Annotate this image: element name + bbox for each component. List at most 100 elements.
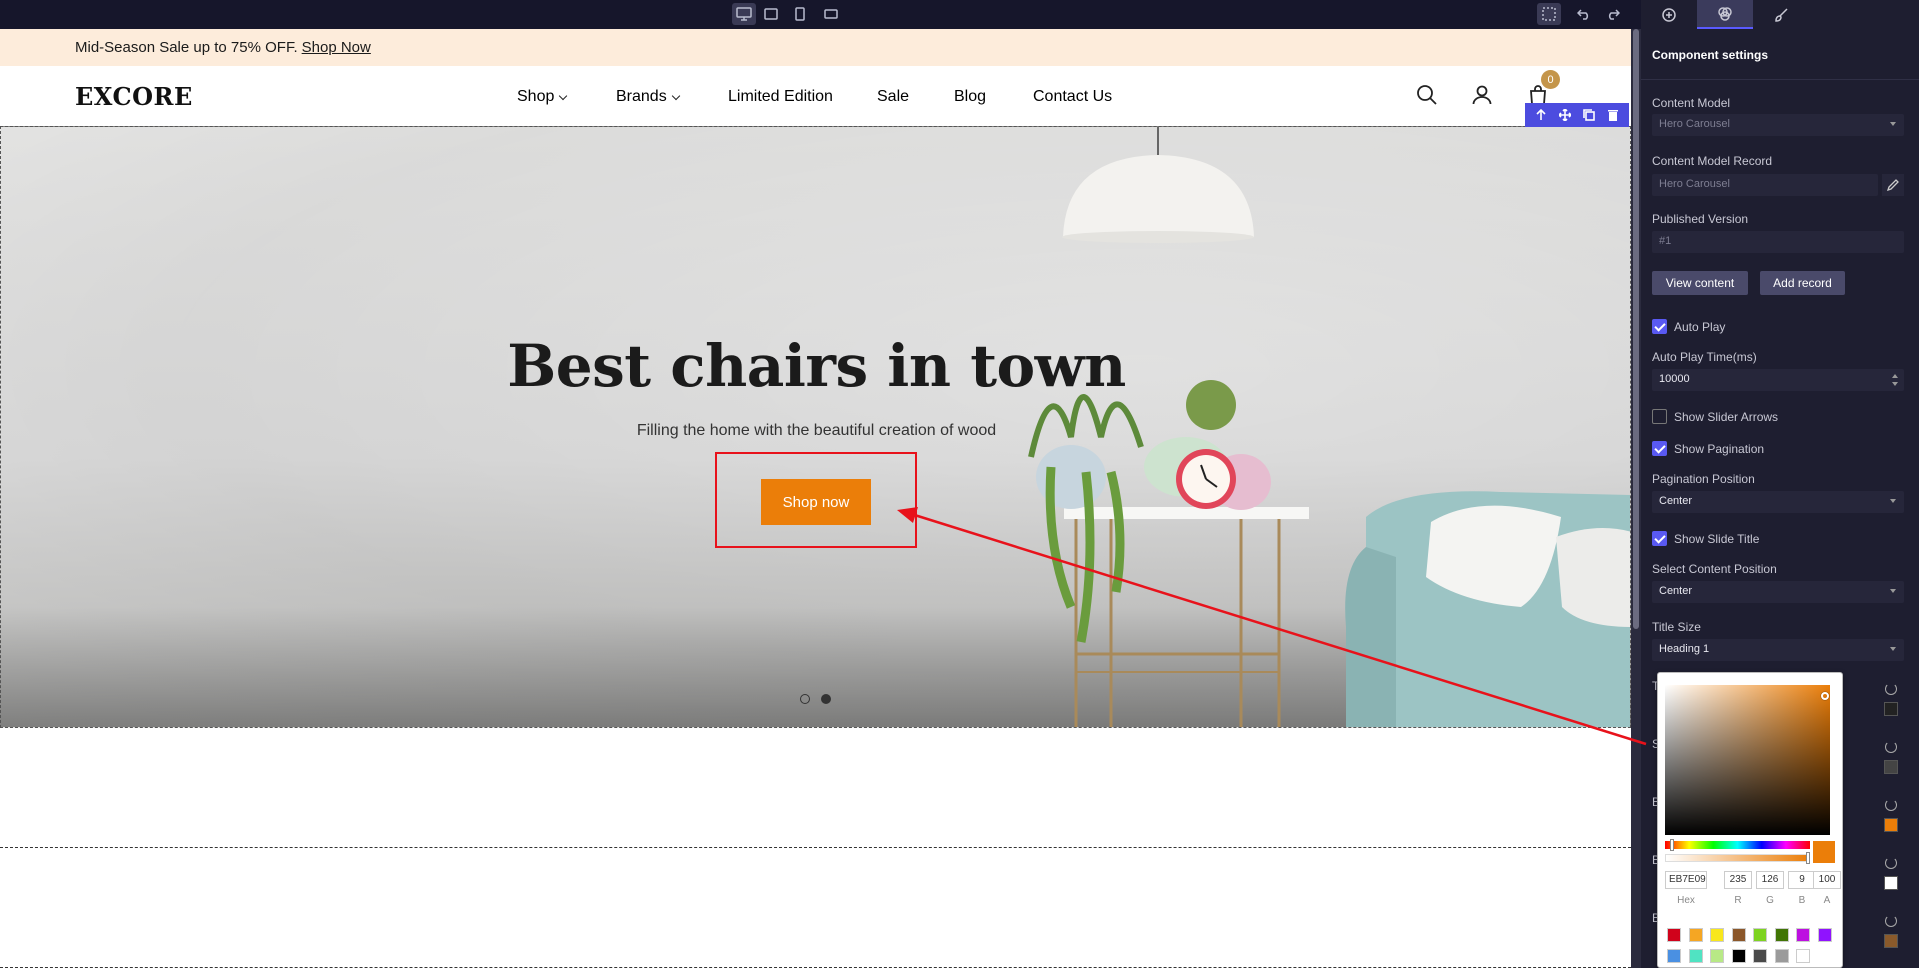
promo-shop-link[interactable]: Shop Now bbox=[302, 39, 371, 56]
mobile-icon bbox=[795, 7, 805, 21]
preset-color-swatch[interactable] bbox=[1796, 949, 1810, 963]
preset-color-swatch[interactable] bbox=[1688, 949, 1703, 963]
select-tool-button[interactable] bbox=[1537, 3, 1561, 25]
hero-carousel[interactable]: Best chairs in town Filling the home wit… bbox=[0, 126, 1631, 728]
preset-color-swatch[interactable] bbox=[1753, 949, 1767, 963]
preset-color-swatch[interactable] bbox=[1731, 949, 1746, 963]
reset-icon[interactable] bbox=[1885, 741, 1897, 753]
redo-button[interactable] bbox=[1601, 3, 1625, 25]
show-slider-arrows-checkbox[interactable] bbox=[1652, 409, 1667, 424]
site-logo[interactable]: EXCORE bbox=[75, 82, 193, 111]
caret-down-icon bbox=[1890, 589, 1896, 593]
pagination-dot-active[interactable] bbox=[821, 694, 831, 704]
blue-input[interactable]: 9 bbox=[1788, 871, 1816, 889]
hero-shop-now-button[interactable]: Shop now bbox=[761, 479, 871, 525]
hue-knob[interactable] bbox=[1670, 839, 1674, 851]
show-pagination-checkbox[interactable] bbox=[1652, 441, 1667, 456]
saturation-value-area[interactable] bbox=[1665, 685, 1830, 835]
preset-color-swatch[interactable] bbox=[1731, 928, 1746, 942]
undo-button[interactable] bbox=[1572, 3, 1596, 25]
reset-icon[interactable] bbox=[1885, 915, 1897, 927]
move-up-button[interactable] bbox=[1533, 107, 1549, 123]
empty-section[interactable] bbox=[0, 848, 1631, 968]
delete-button[interactable] bbox=[1605, 107, 1621, 123]
auto-play-checkbox[interactable] bbox=[1652, 319, 1667, 334]
color-swatch[interactable] bbox=[1884, 702, 1898, 716]
redo-icon bbox=[1608, 9, 1620, 20]
preset-color-swatch[interactable] bbox=[1710, 949, 1724, 963]
content-model-select[interactable]: Hero Carousel bbox=[1652, 114, 1904, 136]
select-value: Center bbox=[1659, 495, 1693, 507]
reset-icon[interactable] bbox=[1885, 799, 1897, 811]
color-swatch[interactable] bbox=[1884, 876, 1898, 890]
nav-brands[interactable]: Brands bbox=[616, 88, 680, 106]
duplicate-button[interactable] bbox=[1581, 107, 1597, 123]
nav-shop[interactable]: Shop bbox=[517, 88, 568, 106]
empty-section[interactable] bbox=[0, 728, 1631, 848]
alpha-slider[interactable] bbox=[1665, 854, 1810, 862]
title-size-select[interactable]: Heading 1 bbox=[1652, 639, 1904, 661]
tablet-view-button[interactable] bbox=[819, 3, 843, 25]
tab-add[interactable] bbox=[1641, 0, 1697, 29]
nav-sale[interactable]: Sale bbox=[877, 88, 909, 106]
nav-label: Contact Us bbox=[1033, 88, 1113, 105]
show-slider-arrows-label: Show Slider Arrows bbox=[1674, 410, 1779, 424]
preset-color-swatch[interactable] bbox=[1710, 928, 1724, 942]
green-input[interactable]: 126 bbox=[1756, 871, 1784, 889]
published-version-field[interactable]: #1 bbox=[1652, 231, 1904, 253]
alpha-input[interactable]: 100 bbox=[1813, 871, 1841, 889]
nav-limited-edition[interactable]: Limited Edition bbox=[728, 88, 833, 106]
chevron-down-icon bbox=[671, 91, 680, 100]
preset-color-swatch[interactable] bbox=[1774, 928, 1789, 942]
color-swatch[interactable] bbox=[1884, 760, 1898, 774]
pagination-position-select[interactable]: Center bbox=[1652, 491, 1904, 513]
search-icon[interactable] bbox=[1415, 83, 1439, 107]
preset-color-swatch[interactable] bbox=[1667, 949, 1681, 963]
nav-blog[interactable]: Blog bbox=[954, 88, 986, 106]
reset-icon[interactable] bbox=[1885, 857, 1897, 869]
preset-color-swatch[interactable] bbox=[1688, 928, 1703, 942]
tab-style[interactable] bbox=[1697, 0, 1753, 29]
spin-down-icon[interactable] bbox=[1892, 382, 1898, 386]
content-position-select[interactable]: Center bbox=[1652, 581, 1904, 603]
view-content-button[interactable]: View content bbox=[1652, 271, 1748, 295]
color-swatch[interactable] bbox=[1884, 818, 1898, 832]
spin-up-icon[interactable] bbox=[1892, 374, 1898, 378]
nav-label: Limited Edition bbox=[728, 88, 833, 105]
hex-input[interactable]: EB7E09 bbox=[1665, 871, 1707, 889]
page-builder-app: Mid-Season Sale up to 75% OFF. Shop Now … bbox=[0, 0, 1919, 968]
show-slide-title-checkbox[interactable] bbox=[1652, 531, 1667, 546]
field-value: 10000 bbox=[1659, 373, 1690, 385]
edit-record-button[interactable] bbox=[1882, 174, 1904, 196]
content-model-record-field[interactable]: Hero Carousel bbox=[1652, 174, 1878, 196]
preset-color-swatch[interactable] bbox=[1817, 928, 1832, 942]
preset-color-swatch[interactable] bbox=[1753, 928, 1767, 942]
preset-color-swatch[interactable] bbox=[1796, 928, 1810, 942]
red-input[interactable]: 235 bbox=[1724, 871, 1752, 889]
reset-icon[interactable] bbox=[1885, 683, 1897, 695]
auto-play-time-input[interactable]: 10000 bbox=[1652, 369, 1904, 391]
desktop-view-button[interactable] bbox=[732, 3, 756, 25]
hue-slider[interactable] bbox=[1665, 841, 1810, 849]
style-icon bbox=[1718, 6, 1732, 21]
user-icon[interactable] bbox=[1470, 83, 1494, 107]
mobile-view-button[interactable] bbox=[788, 3, 812, 25]
nav-contact-us[interactable]: Contact Us bbox=[1033, 88, 1112, 106]
preset-color-swatch[interactable] bbox=[1667, 928, 1681, 942]
preset-color-swatch[interactable] bbox=[1774, 949, 1789, 963]
alpha-knob[interactable] bbox=[1806, 852, 1810, 864]
saturation-knob[interactable] bbox=[1821, 692, 1829, 700]
canvas-scrollbar[interactable] bbox=[1633, 29, 1639, 629]
content-model-record-label: Content Model Record bbox=[1652, 154, 1773, 168]
tab-brush[interactable] bbox=[1753, 0, 1809, 29]
published-version-label: Published Version bbox=[1652, 212, 1749, 226]
panel-tabs bbox=[1641, 0, 1919, 29]
current-color-preview bbox=[1813, 841, 1835, 863]
auto-play-time-label: Auto Play Time(ms) bbox=[1652, 350, 1757, 364]
drag-button[interactable] bbox=[1557, 107, 1573, 123]
pagination-dot[interactable] bbox=[800, 694, 810, 704]
add-record-button[interactable]: Add record bbox=[1760, 271, 1845, 295]
color-swatch[interactable] bbox=[1884, 934, 1898, 948]
blue-label: B bbox=[1798, 895, 1806, 906]
tablet-landscape-view-button[interactable] bbox=[759, 3, 783, 25]
